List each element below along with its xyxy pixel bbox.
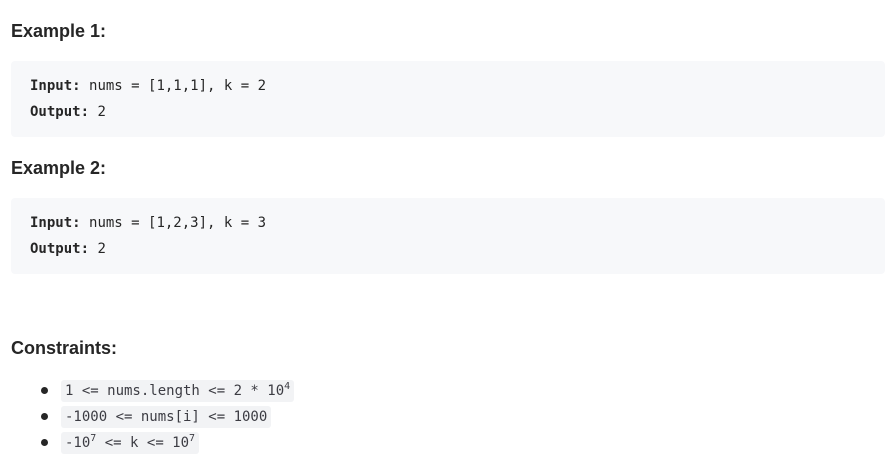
bullet-icon xyxy=(41,413,48,420)
example-2-code-block: Input: nums = [1,2,3], k = 3 Output: 2 xyxy=(11,198,885,274)
constraint-code: 1 <= nums.length <= 2 * 104 xyxy=(61,380,295,402)
bullet-icon xyxy=(41,387,48,394)
bullet-icon xyxy=(41,439,48,446)
constraint-code: -107 <= k <= 107 xyxy=(61,432,200,454)
output-value: 2 xyxy=(97,104,106,120)
example-1-code-block: Input: nums = [1,1,1], k = 2 Output: 2 xyxy=(11,61,885,137)
example-1-output-line: Output: 2 xyxy=(30,103,106,121)
constraint-code: -1000 <= nums[i] <= 1000 xyxy=(61,406,272,428)
constraints-title: Constraints: xyxy=(11,338,118,358)
input-value: nums = [1,1,1], k = 2 xyxy=(89,78,267,94)
input-value: nums = [1,2,3], k = 3 xyxy=(89,215,267,231)
example-1-title: Example 1: xyxy=(11,21,107,41)
output-label: Output: xyxy=(30,241,90,257)
input-label: Input: xyxy=(30,215,81,231)
output-label: Output: xyxy=(30,104,90,120)
example-2-input-line: Input: nums = [1,2,3], k = 3 xyxy=(30,214,266,232)
input-label: Input: xyxy=(30,78,81,94)
example-2-output-line: Output: 2 xyxy=(30,240,106,258)
example-2-title: Example 2: xyxy=(11,158,107,178)
output-value: 2 xyxy=(97,241,106,257)
example-1-input-line: Input: nums = [1,1,1], k = 2 xyxy=(30,77,266,95)
